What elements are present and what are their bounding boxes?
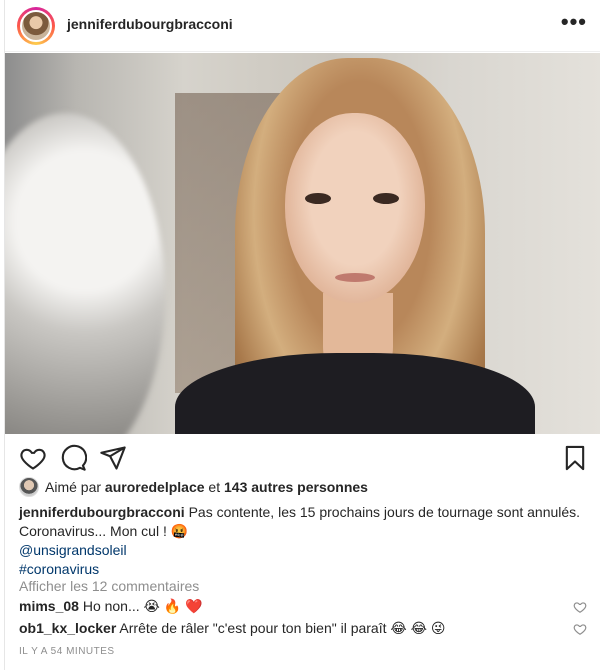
foreground-shoulder — [5, 113, 165, 434]
comment-like-icon[interactable] — [573, 600, 587, 614]
comment-username[interactable]: mims_08 — [19, 598, 79, 614]
likes-count[interactable]: 143 autres personnes — [224, 479, 368, 495]
liker-avatar[interactable] — [19, 477, 39, 497]
post-username[interactable]: jenniferdubourgbracconi — [67, 16, 233, 32]
post-photo[interactable] — [5, 53, 600, 434]
likes-prefix: Aimé par — [45, 479, 102, 495]
comment-like-icon[interactable] — [573, 622, 587, 636]
left-eye — [305, 193, 331, 204]
likes-summary: Aimé par auroredelplace et 143 autres pe… — [19, 476, 368, 498]
comment-text: Ho non... 😭 🔥 ❤️ — [82, 598, 203, 614]
heart-icon[interactable] — [19, 444, 47, 472]
right-eye — [373, 193, 399, 204]
action-bar — [5, 434, 600, 480]
mention-link[interactable]: @unsigrandsoleil — [19, 541, 589, 560]
mouth — [335, 273, 375, 282]
post-caption: jenniferdubourgbracconi Pas contente, le… — [19, 503, 589, 579]
post-timestamp[interactable]: IL Y A 54 MINUTES — [19, 646, 115, 657]
caption-username[interactable]: jenniferdubourgbracconi — [19, 504, 185, 520]
bookmark-icon[interactable] — [561, 444, 589, 472]
avatar-image — [20, 10, 52, 42]
comment-row: ob1_kx_locker Arrête de râler "c'est pou… — [19, 620, 589, 640]
post-header: jenniferdubourgbracconi ••• — [5, 0, 600, 52]
view-all-comments-link[interactable]: Afficher les 12 commentaires — [19, 578, 199, 594]
instagram-post: jenniferdubourgbracconi ••• Aimé par aur… — [4, 0, 600, 670]
comment-text: Arrête de râler "c'est pour ton bien" il… — [119, 620, 446, 636]
liker-username[interactable]: auroredelplace — [105, 479, 205, 495]
more-options-icon[interactable]: ••• — [561, 11, 587, 33]
share-icon[interactable] — [99, 444, 127, 472]
likes-conjunction: et — [208, 479, 221, 495]
profile-avatar[interactable] — [17, 7, 55, 45]
hashtag-link[interactable]: #coronavirus — [19, 560, 589, 579]
comment-row: mims_08 Ho non... 😭 🔥 ❤️ — [19, 598, 589, 618]
comment-icon[interactable] — [59, 444, 88, 472]
comment-username[interactable]: ob1_kx_locker — [19, 620, 116, 636]
